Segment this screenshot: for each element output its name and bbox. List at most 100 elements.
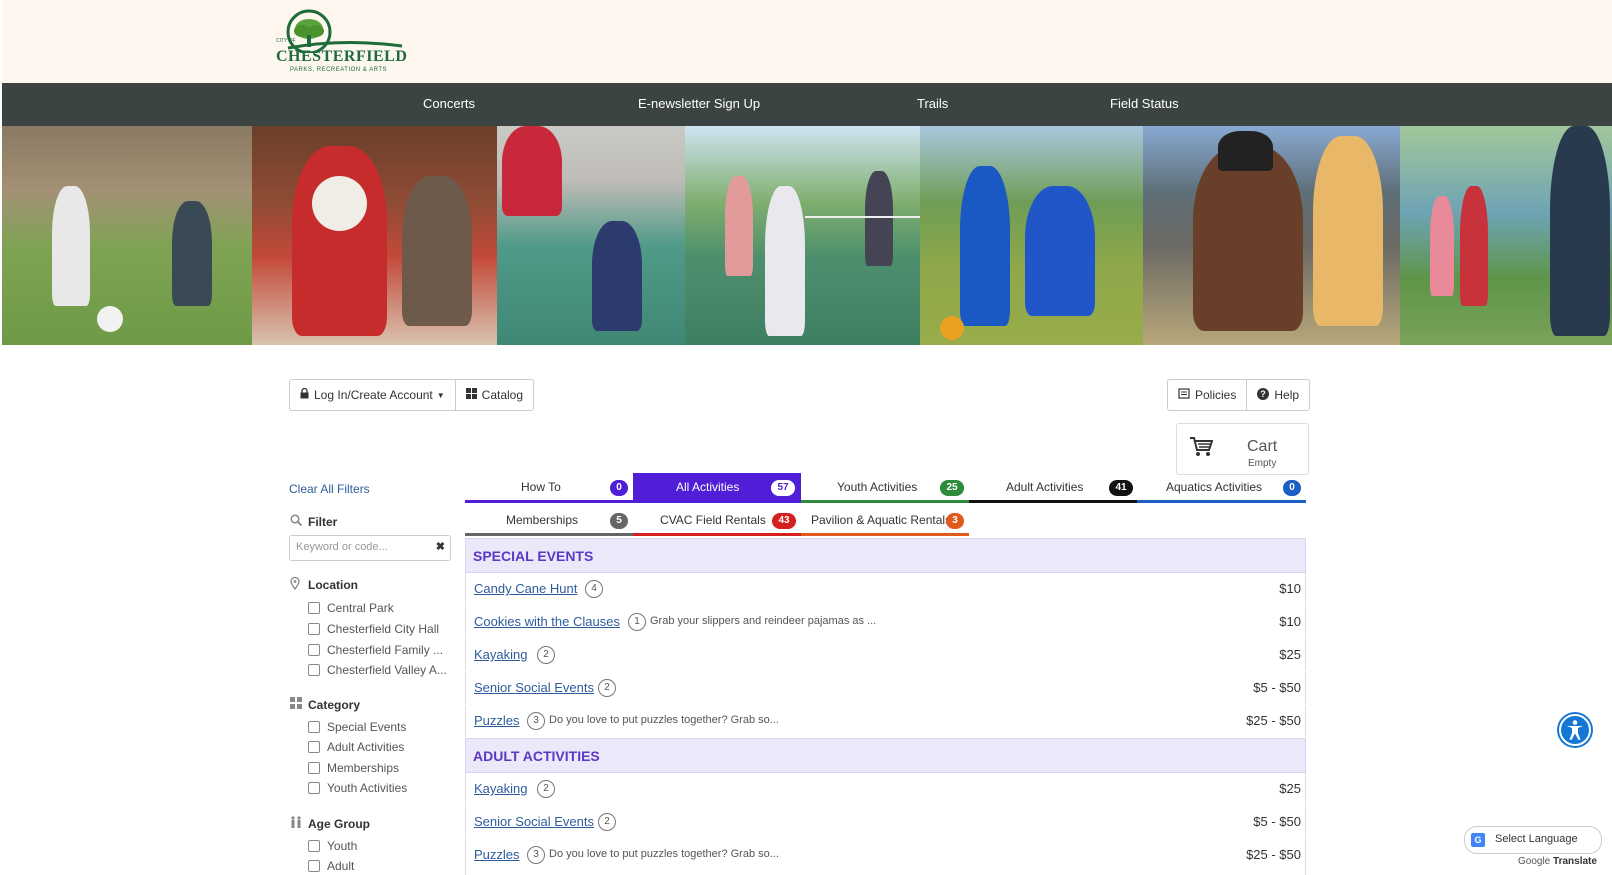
location-option[interactable]: Chesterfield Valley A... [308,661,447,679]
activity-price: $25 - $50 [1246,713,1301,728]
tab-cvac-field-rentals[interactable]: CVAC Field Rentals 43 [633,506,801,536]
tab-count-badge: 3 [946,513,964,529]
location-option-label: Chesterfield Valley A... [327,663,447,677]
account-toolbar: Log In/Create Account ▼ Catalog [289,379,535,411]
translate-label: Translate [1553,856,1597,867]
activity-link[interactable]: Kayaking [474,647,527,662]
keyword-search-input[interactable] [290,536,428,558]
age-option[interactable]: Youth [308,837,357,855]
select-language-widget[interactable]: G Select Language [1464,826,1602,854]
location-checkbox[interactable] [308,664,320,676]
session-count-badge: 3 [527,846,545,864]
logo-name: CHESTERFIELD [276,48,408,65]
tab-underline [801,500,969,503]
banner-photo-playground [497,126,685,345]
tab-adult-activities[interactable]: Adult Activities 41 [969,473,1137,503]
tab-label: CVAC Field Rentals [660,513,766,527]
banner-photo-soccer-players [920,126,1143,345]
main-navigation: Concerts E-newsletter Sign Up Trails Fie… [2,83,1612,126]
age-option-label: Adult [327,859,355,873]
category-option[interactable]: Adult Activities [308,738,404,756]
help-toolbar: Policies ? Help [1167,379,1311,411]
session-count-badge: 2 [598,679,616,697]
activity-link[interactable]: Puzzles [474,847,520,862]
help-button[interactable]: ? Help [1246,380,1309,410]
category-option[interactable]: Special Events [308,718,406,736]
location-option-label: Chesterfield City Hall [327,622,440,636]
nav-field-status[interactable]: Field Status [1110,96,1179,111]
tab-how-to[interactable]: How To 0 [465,473,633,503]
catalog-button[interactable]: Catalog [454,380,533,410]
age-option-label: Youth [327,839,358,853]
tab-memberships[interactable]: Memberships 5 [465,506,633,536]
powered-by-google-translate: Google Translate [1518,856,1597,867]
activity-row: Kayaking 2 $25 [465,773,1306,805]
tab-underline [633,533,801,536]
category-checkbox[interactable] [308,782,320,794]
category-option-label: Youth Activities [327,781,408,795]
nav-trails[interactable]: Trails [917,96,948,111]
location-option[interactable]: Chesterfield Family ... [308,641,443,659]
nav-e-newsletter[interactable]: E-newsletter Sign Up [638,96,760,111]
category-checkbox[interactable] [308,741,320,753]
site-header: CITY OF CHESTERFIELD PARKS, RECREATION &… [2,0,1612,83]
activity-link[interactable]: Candy Cane Hunt [474,581,577,596]
shopping-cart-icon [1189,436,1214,463]
category-option[interactable]: Youth Activities [308,779,407,797]
tab-underline [465,500,633,503]
accessibility-button[interactable] [1557,712,1593,748]
banner-photo-santa [252,126,497,345]
document-icon [1178,388,1190,402]
tab-count-badge: 25 [940,480,964,496]
clear-search-icon[interactable]: ✖ [436,540,445,553]
location-checkbox[interactable] [308,602,320,614]
policies-button[interactable]: Policies [1168,380,1246,410]
tab-label: Pavilion & Aquatic Rentals [811,513,952,527]
activity-link[interactable]: Kayaking [474,781,527,796]
banner-photo-soccer-kids [2,126,252,345]
logo-top-text: CITY OF [276,38,296,44]
activity-link[interactable]: Senior Social Events [474,680,594,695]
activity-link[interactable]: Puzzles [474,713,520,728]
caret-down-icon: ▼ [436,390,445,400]
tab-pavilion-aquatic-rentals[interactable]: Pavilion & Aquatic Rentals 3 [801,506,969,536]
tab-aquatics-activities[interactable]: Aquatics Activities 0 [1137,473,1306,503]
tab-underline [969,500,1137,503]
cart-widget[interactable]: Cart Empty [1176,423,1309,475]
age-checkbox[interactable] [308,860,320,872]
logo-subtitle: PARKS, RECREATION & ARTS [290,67,388,73]
age-checkbox[interactable] [308,840,320,852]
location-option[interactable]: Central Park [308,599,394,617]
tab-all-activities[interactable]: All Activities 57 [633,473,801,503]
question-circle-icon: ? [1257,387,1270,403]
category-checkbox[interactable] [308,721,320,733]
age-group-title-label: Age Group [308,816,370,831]
activity-price: $25 - $50 [1246,847,1301,862]
location-checkbox[interactable] [308,644,320,656]
activity-price: $10 [1279,614,1301,629]
activity-row: Puzzles 3 Do you love to put puzzles tog… [465,705,1306,737]
chesterfield-logo[interactable]: CITY OF CHESTERFIELD PARKS, RECREATION &… [272,8,407,78]
tab-youth-activities[interactable]: Youth Activities 25 [801,473,969,503]
nav-concerts[interactable]: Concerts [423,96,475,111]
catalog-label: Catalog [481,388,524,402]
tab-count-badge: 5 [610,513,628,529]
category-option[interactable]: Memberships [308,759,399,777]
category-checkbox[interactable] [308,762,320,774]
location-option-label: Chesterfield Family ... [327,643,444,657]
clear-all-filters-link[interactable]: Clear All Filters [289,482,370,496]
location-option[interactable]: Chesterfield City Hall [308,620,439,638]
login-button[interactable]: Log In/Create Account ▼ [290,380,455,410]
tab-underline [633,500,801,503]
activity-price: $25 [1279,781,1301,796]
age-option[interactable]: Adult [308,857,354,875]
activity-link[interactable]: Cookies with the Clauses [474,614,620,629]
tab-count-badge: 43 [772,513,796,529]
activity-row: Kayaking 2 $25 [465,639,1306,671]
tab-underline [801,533,969,536]
location-checkbox[interactable] [308,623,320,635]
activity-price: $5 - $50 [1253,680,1301,695]
tab-count-badge: 0 [1283,480,1301,496]
activity-link[interactable]: Senior Social Events [474,814,594,829]
help-label: Help [1274,388,1300,402]
